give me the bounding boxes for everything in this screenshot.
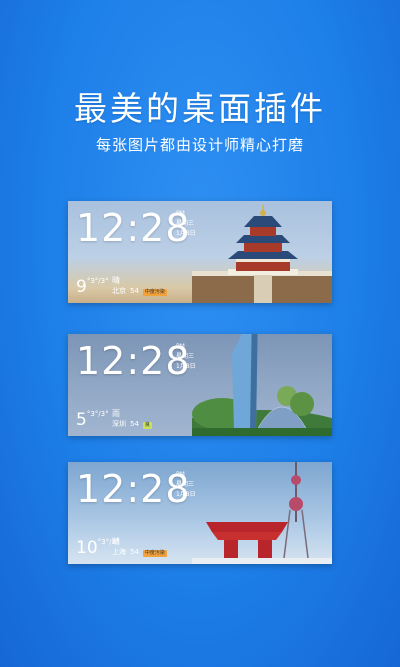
weekday-label: 星期三 (176, 353, 195, 360)
weather-info: 晴 北京 54 中度污染 (112, 276, 171, 296)
widget-preview-beijing[interactable]: 12:28 PM 星期三 1月8日 9°3°/3° 晴 北京 54 中度污染 (68, 201, 332, 303)
china-pavilion-image (192, 462, 332, 564)
aqi-badge: 中度污染 (142, 550, 167, 557)
clock-meta: PM 星期三 1月8日 (176, 342, 196, 372)
temperature: 5°3°/3° (76, 410, 109, 430)
aqi-value: 54 (130, 287, 139, 295)
aqi-value: 54 (130, 420, 139, 428)
widget-preview-shenzhen[interactable]: 12:28 PM 星期三 1月8日 5°3°/3° 雨 深圳 54 良 (68, 334, 332, 436)
clock-time: 12:28 (76, 467, 191, 511)
weather-detail-row: 北京 54 中度污染 (112, 287, 171, 296)
temperature-range: 3°/3° (90, 277, 109, 285)
weather-condition: 雨 (112, 409, 120, 418)
city-label: 深圳 (112, 420, 126, 428)
skyscraper-image (192, 334, 332, 436)
temperature: 9°3°/3° (76, 277, 109, 297)
weather-info: 晴 上海 54 中度污染 (112, 537, 171, 557)
page-subtitle: 每张图片都由设计师精心打磨 (95, 136, 304, 154)
date-label: 1月8日 (176, 230, 196, 237)
temperature-value: 9 (76, 277, 87, 297)
temperature-value: 5 (76, 410, 87, 430)
weather-detail-row: 深圳 54 良 (112, 420, 156, 429)
clock-time: 12:28 (76, 206, 191, 250)
aqi-badge: 中度污染 (142, 289, 167, 296)
widget-preview-shanghai[interactable]: 12:28 PM 星期三 1月8日 10°3°/3° 晴 上海 54 中度污染 (68, 462, 332, 564)
weather-condition: 晴 (112, 276, 120, 285)
date-label: 1月8日 (176, 363, 196, 370)
date-label: 1月8日 (176, 491, 196, 498)
weather-detail-row: 上海 54 中度污染 (112, 548, 171, 557)
weather-info: 雨 深圳 54 良 (112, 409, 156, 429)
ampm-label: PM (176, 343, 185, 350)
ampm-label: PM (176, 210, 185, 217)
page-title: 最美的桌面插件 (74, 89, 326, 128)
temperature-range: 3°/3° (90, 410, 109, 418)
clock-meta: PM 星期三 1月8日 (176, 470, 196, 500)
clock-meta: PM 星期三 1月8日 (176, 209, 196, 239)
clock-time: 12:28 (76, 339, 191, 383)
weekday-label: 星期三 (176, 481, 195, 488)
temple-of-heaven-image (192, 205, 332, 303)
weekday-label: 星期三 (176, 220, 195, 227)
weather-condition: 晴 (112, 537, 120, 546)
aqi-badge: 良 (142, 422, 152, 429)
aqi-value: 54 (130, 548, 139, 556)
temperature-value: 10 (76, 538, 98, 558)
ampm-label: PM (176, 471, 185, 478)
city-label: 北京 (112, 287, 126, 295)
city-label: 上海 (112, 548, 126, 556)
